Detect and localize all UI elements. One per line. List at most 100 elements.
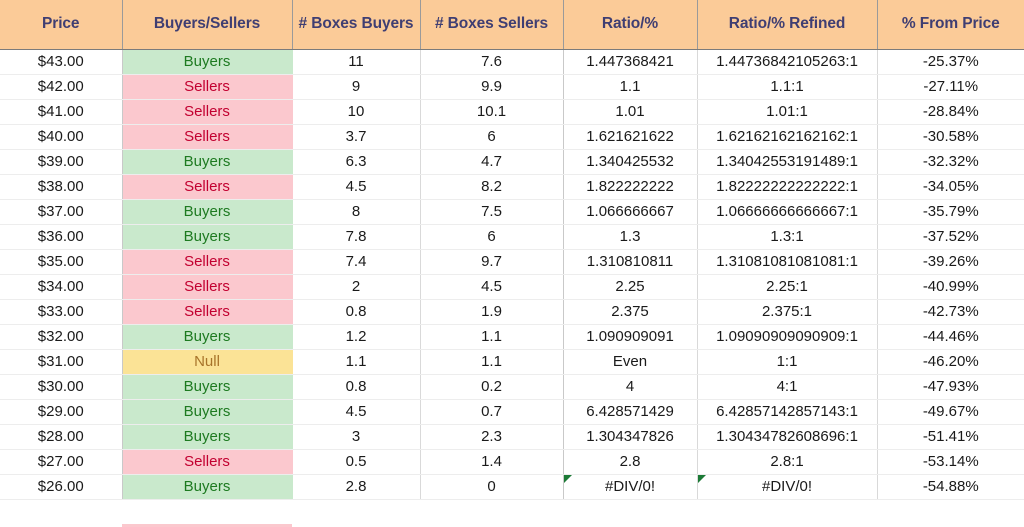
cell-ratio-pct[interactable]: 1.066666667 bbox=[563, 199, 698, 225]
cell-ratio-pct-refined[interactable]: #DIV/0! bbox=[697, 474, 878, 500]
cell-buyers-sellers-buyers[interactable]: Buyers bbox=[122, 474, 293, 500]
cell-price[interactable]: $41.00 bbox=[0, 99, 123, 125]
cell-boxes-sellers[interactable]: 4.5 bbox=[420, 274, 564, 300]
cell-boxes-buyers[interactable]: 9 bbox=[292, 74, 421, 100]
cell-price[interactable]: $32.00 bbox=[0, 324, 123, 350]
cell-price[interactable]: $26.00 bbox=[0, 474, 123, 500]
cell-ratio-pct[interactable]: 1.1 bbox=[563, 74, 698, 100]
cell-ratio-pct[interactable]: 1.447368421 bbox=[563, 49, 698, 75]
cell-boxes-buyers[interactable]: 0.8 bbox=[292, 374, 421, 400]
cell-boxes-sellers[interactable]: 1.4 bbox=[420, 449, 564, 475]
cell-boxes-buyers[interactable]: 3.7 bbox=[292, 124, 421, 150]
cell-ratio-pct[interactable]: 1.01 bbox=[563, 99, 698, 125]
cell-pct-from-price[interactable]: -35.79% bbox=[877, 199, 1024, 225]
cell-pct-from-price[interactable]: -34.05% bbox=[877, 174, 1024, 200]
cell-ratio-pct-refined[interactable]: 2.25:1 bbox=[697, 274, 878, 300]
cell-price[interactable]: $35.00 bbox=[0, 249, 123, 275]
column-header-ratio-pct-refined[interactable]: Ratio/% Refined bbox=[697, 0, 878, 50]
cell-boxes-sellers[interactable]: 8.2 bbox=[420, 174, 564, 200]
cell-boxes-sellers[interactable]: 2.3 bbox=[420, 424, 564, 450]
cell-ratio-pct-refined[interactable]: 1:1 bbox=[697, 349, 878, 375]
cell-ratio-pct[interactable]: 1.822222222 bbox=[563, 174, 698, 200]
cell-ratio-pct-refined[interactable]: 6.42857142857143:1 bbox=[697, 399, 878, 425]
cell-boxes-buyers[interactable]: 2 bbox=[292, 274, 421, 300]
cell-ratio-pct-refined[interactable]: 1.62162162162162:1 bbox=[697, 124, 878, 150]
cell-boxes-buyers[interactable]: 7.8 bbox=[292, 224, 421, 250]
cell-buyers-sellers-buyers[interactable]: Buyers bbox=[122, 199, 293, 225]
cell-boxes-sellers[interactable]: 6 bbox=[420, 124, 564, 150]
cell-ratio-pct[interactable]: 1.340425532 bbox=[563, 149, 698, 175]
cell-ratio-pct-refined[interactable]: 1.34042553191489:1 bbox=[697, 149, 878, 175]
column-header-pct-from-price[interactable]: % From Price bbox=[877, 0, 1024, 50]
cell-boxes-sellers[interactable]: 0 bbox=[420, 474, 564, 500]
cell-buyers-sellers-buyers[interactable]: Buyers bbox=[122, 374, 293, 400]
cell-boxes-buyers[interactable]: 4.5 bbox=[292, 399, 421, 425]
cell-ratio-pct[interactable]: Even bbox=[563, 349, 698, 375]
column-header-boxes-sellers[interactable]: # Boxes Sellers bbox=[420, 0, 564, 50]
cell-boxes-buyers[interactable]: 0.5 bbox=[292, 449, 421, 475]
cell-boxes-sellers[interactable]: 10.1 bbox=[420, 99, 564, 125]
cell-buyers-sellers-buyers[interactable]: Buyers bbox=[122, 149, 293, 175]
cell-price[interactable]: $27.00 bbox=[0, 449, 123, 475]
cell-boxes-sellers[interactable]: 1.9 bbox=[420, 299, 564, 325]
cell-buyers-sellers-sellers[interactable]: Sellers bbox=[122, 299, 293, 325]
cell-price[interactable]: $30.00 bbox=[0, 374, 123, 400]
cell-ratio-pct[interactable]: 6.428571429 bbox=[563, 399, 698, 425]
cell-pct-from-price[interactable]: -51.41% bbox=[877, 424, 1024, 450]
cell-price[interactable]: $28.00 bbox=[0, 424, 123, 450]
cell-boxes-buyers[interactable]: 10 bbox=[292, 99, 421, 125]
cell-buyers-sellers-sellers[interactable]: Sellers bbox=[122, 249, 293, 275]
cell-price[interactable]: $31.00 bbox=[0, 349, 123, 375]
cell-price[interactable]: $36.00 bbox=[0, 224, 123, 250]
cell-pct-from-price[interactable]: -39.26% bbox=[877, 249, 1024, 275]
cell-price[interactable]: $34.00 bbox=[0, 274, 123, 300]
cell-ratio-pct-refined[interactable]: 1.06666666666667:1 bbox=[697, 199, 878, 225]
cell-buyers-sellers-sellers[interactable]: Sellers bbox=[122, 74, 293, 100]
cell-boxes-sellers[interactable]: 4.7 bbox=[420, 149, 564, 175]
cell-boxes-buyers[interactable]: 6.3 bbox=[292, 149, 421, 175]
cell-buyers-sellers-sellers[interactable]: Sellers bbox=[122, 174, 293, 200]
cell-pct-from-price[interactable]: -32.32% bbox=[877, 149, 1024, 175]
cell-ratio-pct[interactable]: 2.8 bbox=[563, 449, 698, 475]
cell-boxes-sellers[interactable]: 9.7 bbox=[420, 249, 564, 275]
cell-ratio-pct-refined[interactable]: 1.01:1 bbox=[697, 99, 878, 125]
cell-ratio-pct[interactable]: 1.090909091 bbox=[563, 324, 698, 350]
cell-price[interactable]: $33.00 bbox=[0, 299, 123, 325]
cell-ratio-pct-refined[interactable]: 1.82222222222222:1 bbox=[697, 174, 878, 200]
cell-pct-from-price[interactable]: -53.14% bbox=[877, 449, 1024, 475]
column-header-buyers-sellers[interactable]: Buyers/Sellers bbox=[122, 0, 293, 50]
cell-pct-from-price[interactable]: -30.58% bbox=[877, 124, 1024, 150]
cell-price[interactable]: $39.00 bbox=[0, 149, 123, 175]
cell-ratio-pct[interactable]: 1.3 bbox=[563, 224, 698, 250]
cell-boxes-buyers[interactable]: 2.8 bbox=[292, 474, 421, 500]
cell-ratio-pct[interactable]: 2.25 bbox=[563, 274, 698, 300]
column-header-ratio-pct[interactable]: Ratio/% bbox=[563, 0, 698, 50]
cell-boxes-sellers[interactable]: 6 bbox=[420, 224, 564, 250]
cell-boxes-buyers[interactable]: 11 bbox=[292, 49, 421, 75]
cell-price[interactable]: $43.00 bbox=[0, 49, 123, 75]
cell-ratio-pct[interactable]: 4 bbox=[563, 374, 698, 400]
cell-pct-from-price[interactable]: -37.52% bbox=[877, 224, 1024, 250]
cell-pct-from-price[interactable]: -54.88% bbox=[877, 474, 1024, 500]
cell-ratio-pct-refined[interactable]: 1.31081081081081:1 bbox=[697, 249, 878, 275]
cell-boxes-buyers[interactable]: 8 bbox=[292, 199, 421, 225]
cell-ratio-pct-refined[interactable]: 1.30434782608696:1 bbox=[697, 424, 878, 450]
cell-price[interactable]: $37.00 bbox=[0, 199, 123, 225]
cell-buyers-sellers-buyers[interactable]: Buyers bbox=[122, 424, 293, 450]
cell-buyers-sellers-buyers[interactable]: Buyers bbox=[122, 324, 293, 350]
cell-pct-from-price[interactable]: -27.11% bbox=[877, 74, 1024, 100]
cell-boxes-sellers[interactable]: 9.9 bbox=[420, 74, 564, 100]
cell-pct-from-price[interactable]: -28.84% bbox=[877, 99, 1024, 125]
cell-price[interactable]: $38.00 bbox=[0, 174, 123, 200]
cell-boxes-sellers[interactable]: 1.1 bbox=[420, 324, 564, 350]
cell-boxes-buyers[interactable]: 1.1 bbox=[292, 349, 421, 375]
cell-boxes-sellers[interactable]: 7.6 bbox=[420, 49, 564, 75]
cell-ratio-pct-refined[interactable]: 4:1 bbox=[697, 374, 878, 400]
cell-ratio-pct-refined[interactable]: 1.09090909090909:1 bbox=[697, 324, 878, 350]
cell-pct-from-price[interactable]: -44.46% bbox=[877, 324, 1024, 350]
cell-pct-from-price[interactable]: -40.99% bbox=[877, 274, 1024, 300]
cell-buyers-sellers-buyers[interactable]: Buyers bbox=[122, 49, 293, 75]
cell-buyers-sellers-sellers[interactable]: Sellers bbox=[122, 449, 293, 475]
cell-pct-from-price[interactable]: -25.37% bbox=[877, 49, 1024, 75]
cell-ratio-pct-refined[interactable]: 1.1:1 bbox=[697, 74, 878, 100]
